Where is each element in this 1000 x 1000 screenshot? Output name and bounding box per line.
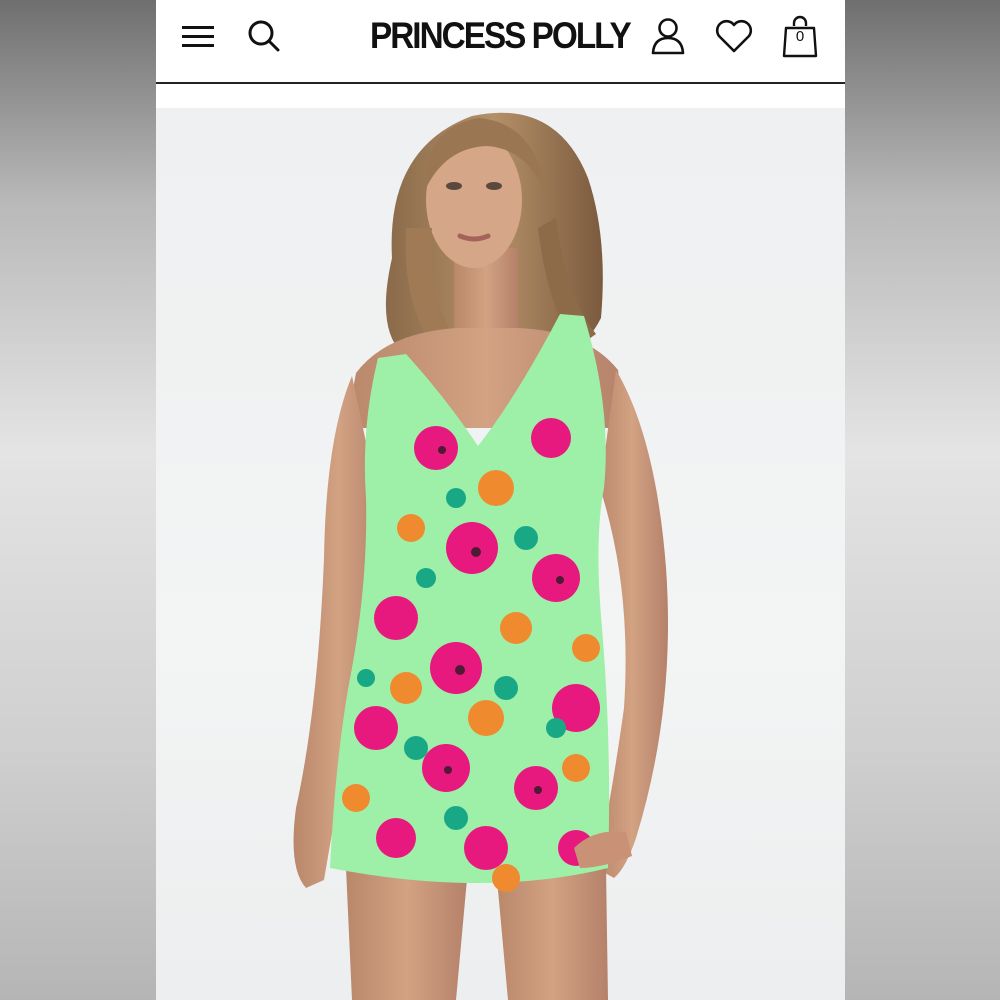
site-header: PRINCESS POLLY 0: [156, 0, 845, 84]
wishlist-button[interactable]: [714, 14, 754, 58]
mobile-page: PRINCESS POLLY 0: [156, 0, 845, 1000]
model-photo: [293, 112, 668, 1000]
search-button[interactable]: [244, 14, 284, 58]
background-blur-left: [0, 0, 156, 1000]
cart-count-badge: 0: [795, 28, 805, 45]
product-image[interactable]: [156, 108, 845, 1000]
menu-button[interactable]: [178, 14, 218, 58]
background-blur-right: [844, 0, 1000, 1000]
brand-logo[interactable]: PRINCESS POLLY: [370, 14, 632, 58]
account-icon: [651, 18, 685, 55]
wishlist-icon: [715, 19, 753, 53]
menu-icon: [182, 26, 214, 47]
account-button[interactable]: [648, 14, 688, 58]
header-spacer: [156, 84, 845, 108]
bag-button[interactable]: 0: [780, 14, 820, 58]
search-icon: [248, 20, 280, 52]
